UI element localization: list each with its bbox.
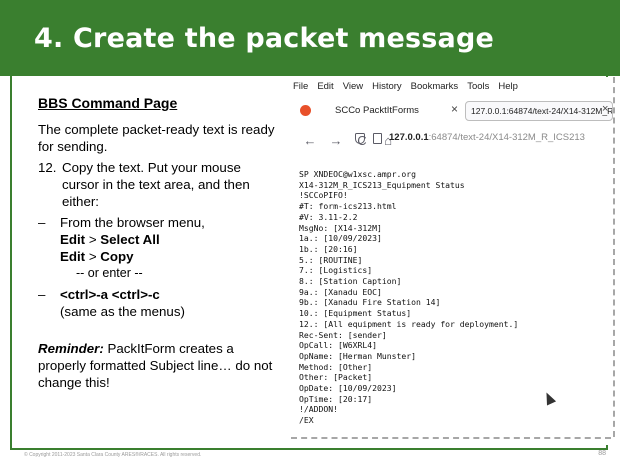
step-text: Copy the text. Put your mouse cursor in …	[62, 160, 250, 209]
menu-history[interactable]: History	[372, 81, 402, 92]
browser-tabbar: SCCo PacktItForms × 127.0.0.1:64874/text…	[291, 97, 613, 125]
browser-menubar: File Edit View History Bookmarks Tools H…	[291, 77, 613, 95]
page-number: 88	[598, 450, 606, 457]
message-line: 1b.: [20:16]	[299, 243, 358, 254]
edit-keyword: Edit	[60, 249, 86, 264]
torn-edge	[291, 429, 611, 439]
shield-icon[interactable]	[355, 133, 365, 144]
menu-tools[interactable]: Tools	[467, 81, 489, 92]
close-tab-icon[interactable]: ×	[451, 102, 458, 116]
message-line: 5.: [ROUTINE]	[299, 254, 363, 265]
menu-view[interactable]: View	[343, 81, 363, 92]
arrow-sep: >	[85, 249, 101, 264]
back-button[interactable]: ←	[303, 133, 317, 148]
tab-scco-packitforms[interactable]: SCCo PacktItForms	[335, 105, 419, 116]
menu-file[interactable]: File	[293, 81, 308, 92]
copyright-footer: © Copyright 2011-2023 Santa Clara County…	[24, 452, 202, 458]
shortcut-note: (same as the menus)	[60, 304, 185, 319]
arrow-sep: >	[85, 232, 101, 247]
message-line: #T: form-ics213.html	[299, 201, 397, 212]
message-line: OpName: [Herman Munster]	[299, 350, 416, 361]
url-path: :64874/text-24/X14-312M_R_ICS213	[428, 132, 585, 143]
message-line: SP XNDEOC@w1xsc.ampr.org	[299, 169, 416, 179]
edit-keyword: Edit	[60, 232, 86, 247]
intro-text: The complete packet-ready text is ready …	[38, 122, 275, 154]
url-bar[interactable]: 127.0.0.1:64874/text-24/X14-312M_R_ICS21…	[389, 132, 585, 143]
message-line: 9b.: [Xanadu Fire Station 14]	[299, 297, 441, 308]
message-line: 7.: [Logistics]	[299, 265, 373, 276]
menu-help[interactable]: Help	[498, 81, 518, 92]
message-line: 1a.: [10/09/2023]	[299, 233, 382, 244]
or-separator: -- or enter --	[76, 266, 143, 280]
reminder-label: Reminder:	[38, 341, 104, 356]
message-line: OpCall: [W6XRL4]	[299, 340, 377, 351]
message-line: Rec-Sent: [sender]	[299, 329, 387, 340]
message-line: OpDate: [10/09/2023]	[299, 383, 397, 394]
step-12: 12. Copy the text. Put your mouse cursor…	[38, 159, 278, 210]
menu-edit[interactable]: Edit	[317, 81, 333, 92]
browser-navbar: ← → C ⌂ 127.0.0.1:64874/text-24/X14-312M…	[291, 129, 611, 151]
bullet-keys: – <ctrl>-a <ctrl>-c (same as the menus)	[38, 286, 278, 320]
bullet-dash: –	[38, 287, 46, 302]
instructions-panel: BBS Command Page The complete packet-rea…	[38, 95, 278, 391]
firefox-icon	[300, 105, 311, 116]
message-line: !SCCoPIFO!	[299, 190, 348, 201]
bullet-menu: – From the browser menu, Edit > Select A…	[38, 214, 278, 265]
keyboard-shortcut: <ctrl>-a <ctrl>-c	[60, 287, 160, 302]
packet-text-area[interactable]: SP XNDEOC@w1xsc.ampr.org X14-312M_R_ICS21…	[291, 169, 619, 426]
slide: 4. Create the packet message BBS Command…	[0, 0, 620, 464]
message-line: Method: [Other]	[299, 361, 373, 372]
bullet-dash: –	[38, 215, 46, 230]
select-all-keyword: Select All	[100, 232, 160, 247]
tab-active-text[interactable]: 127.0.0.1:64874/text-24/X14-312M_R	[465, 101, 613, 121]
message-line: /EX	[299, 415, 314, 426]
torn-edge	[607, 77, 615, 437]
menu-bookmarks[interactable]: Bookmarks	[411, 81, 459, 92]
message-line: OpTime: [20:17]	[299, 393, 373, 404]
message-line: #V: 3.11-2.2	[299, 211, 358, 222]
copy-keyword: Copy	[100, 249, 134, 264]
step-number: 12.	[38, 160, 57, 175]
message-line: 8.: [Station Caption]	[299, 276, 402, 287]
message-line: 9a.: [Xanadu EOC]	[299, 286, 382, 297]
message-line: 10.: [Equipment Status]	[299, 308, 412, 319]
browser-screenshot: File Edit View History Bookmarks Tools H…	[291, 77, 615, 445]
menu-instruction: From the browser menu,	[60, 215, 205, 230]
message-line: !/ADDON!	[299, 404, 338, 415]
section-heading: BBS Command Page	[38, 95, 178, 111]
message-line: X14-312M_R_ICS213_Equipment Status	[299, 179, 465, 190]
message-line: Other: [Packet]	[299, 372, 373, 383]
message-line: 12.: [All equipment is ready for deploym…	[299, 318, 519, 329]
forward-button[interactable]: →	[329, 133, 343, 148]
url-host: 127.0.0.1	[389, 132, 429, 143]
page-icon[interactable]	[373, 133, 382, 144]
message-line: MsgNo: [X14-312M]	[299, 222, 382, 233]
reminder: Reminder: PackItForm creates a properly …	[38, 340, 278, 391]
